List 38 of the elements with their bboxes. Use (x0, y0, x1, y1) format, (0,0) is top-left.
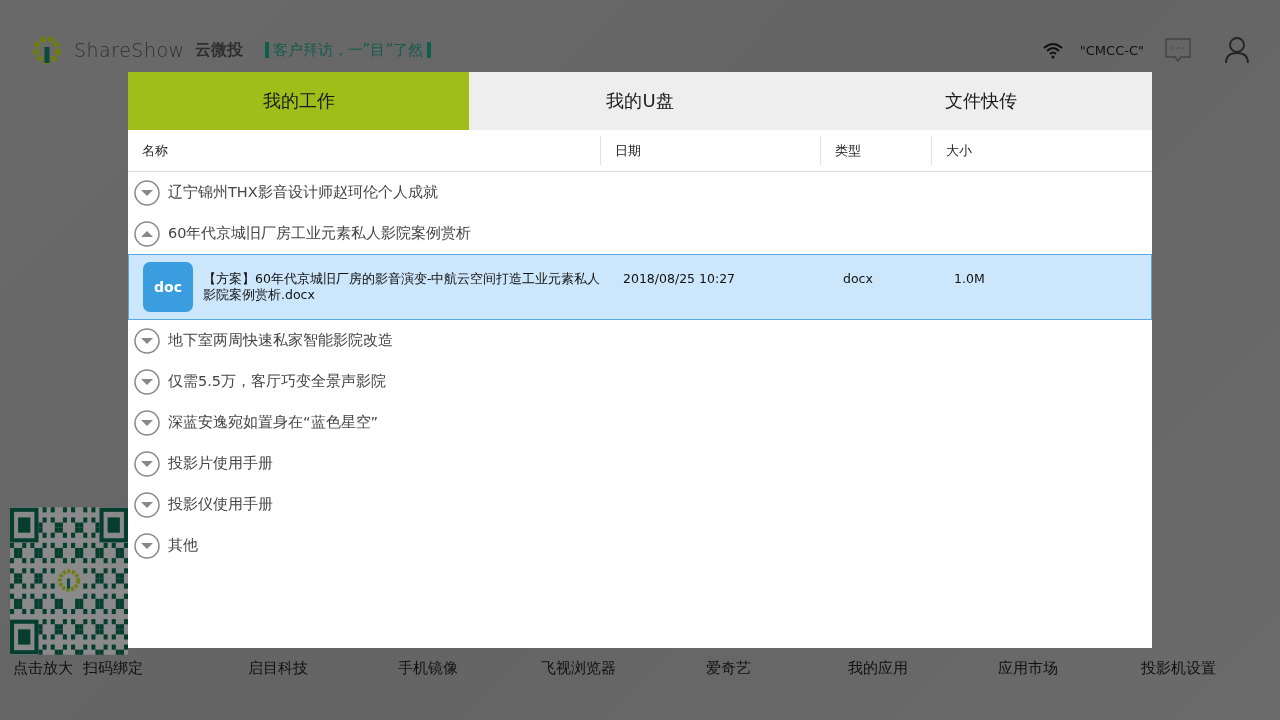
gear-logo-icon (30, 33, 64, 67)
expand-icon[interactable] (134, 327, 160, 354)
folder-name[interactable]: 辽宁锦州THX影音设计师赵珂伦个人成就 (168, 183, 438, 202)
folder-name[interactable]: 仅需5.5万，客厅巧变全景声影院 (168, 372, 387, 391)
column-header: 日期 (600, 136, 820, 165)
expand-icon[interactable] (134, 491, 160, 518)
folder-name[interactable]: 投影片使用手册 (168, 454, 273, 473)
file-row[interactable]: doc 【方案】60年代京城旧厂房的影音演变-中航云空间打造工业元素私人影院案例赏析.docx 2018/08/25 10:27 docx 1.0M (128, 254, 1152, 320)
expand-icon[interactable] (134, 368, 160, 395)
qr-code-drawing[interactable] (10, 507, 128, 655)
folder-name[interactable]: 其他 (168, 536, 198, 555)
file-name: 【方案】60年代京城旧厂房的影音演变-中航云空间打造工业元素私人影院案例赏析.docx (203, 271, 601, 303)
folder-name[interactable]: 深蓝安逸宛如置身在“蓝色星空” (168, 413, 379, 432)
app-shortcut[interactable]: 投影机设置 (1103, 658, 1253, 678)
folder-name[interactable]: 60年代京城旧厂房工业元素私人影院案例赏析 (168, 224, 472, 243)
folder-name[interactable]: 投影仪使用手册 (168, 495, 273, 514)
user-icon[interactable] (1224, 36, 1250, 64)
column-header: 名称 (141, 141, 169, 160)
file-date: 2018/08/25 10:27 (622, 271, 737, 286)
folder-name[interactable]: 地下室两周快速私家智能影院改造 (168, 331, 393, 350)
column-header: 大小 (931, 136, 1152, 165)
expand-icon[interactable] (134, 179, 160, 206)
tab[interactable]: 文件快传 (810, 72, 1152, 130)
column-header: 类型 (820, 136, 931, 165)
wifi-name: "CMCC-C" (1079, 42, 1144, 58)
collapse-icon[interactable] (134, 220, 160, 247)
product-name: 云微投 (194, 39, 243, 61)
expand-icon[interactable] (134, 450, 160, 477)
file-size: 1.0M (953, 271, 986, 286)
wifi-icon (1041, 41, 1064, 59)
brand-name: ShareShow (74, 39, 185, 61)
expand-icon[interactable] (134, 409, 160, 436)
expand-icon[interactable] (134, 532, 160, 559)
tab[interactable]: 我的工作 (128, 72, 470, 130)
tab[interactable]: 我的U盘 (469, 72, 811, 130)
document-icon: doc (143, 262, 193, 312)
slogan: 客户拜访，一”目“了然 (264, 42, 432, 58)
file-type: docx (842, 271, 874, 286)
